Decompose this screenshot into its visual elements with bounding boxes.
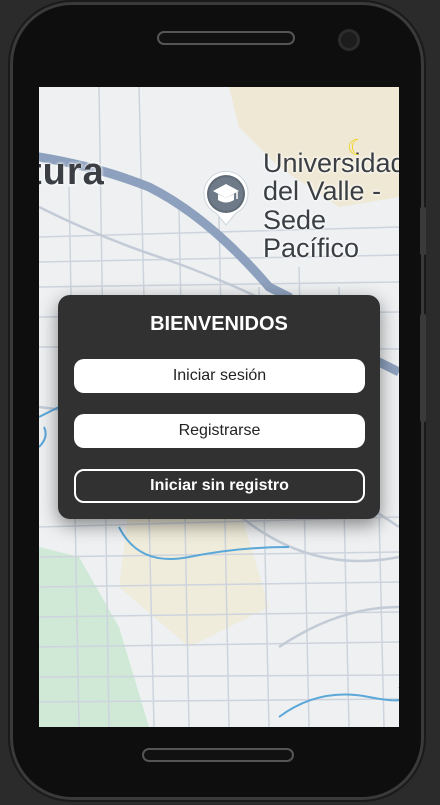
moon-icon[interactable]: ☾: [347, 137, 367, 159]
map-place-label: tura: [39, 151, 105, 193]
login-button[interactable]: Iniciar sesión: [74, 359, 365, 393]
dialog-title: BIENVENIDOS: [150, 313, 288, 335]
earpiece-speaker: [157, 31, 295, 45]
map-university-label[interactable]: Universidad del Valle - Sede Pacífico: [263, 149, 399, 262]
app-screen: tura Universidad del Valle - Sede Pacífi…: [39, 87, 399, 727]
power-button: [420, 314, 426, 422]
register-button[interactable]: Registrarse: [74, 414, 365, 448]
guest-login-button[interactable]: Iniciar sin registro: [74, 469, 365, 503]
front-camera: [338, 29, 360, 51]
welcome-dialog: BIENVENIDOS Iniciar sesión Registrarse I…: [58, 295, 380, 519]
graduation-cap-icon[interactable]: [201, 169, 251, 227]
home-bar[interactable]: [142, 748, 294, 762]
volume-button: [420, 207, 426, 255]
